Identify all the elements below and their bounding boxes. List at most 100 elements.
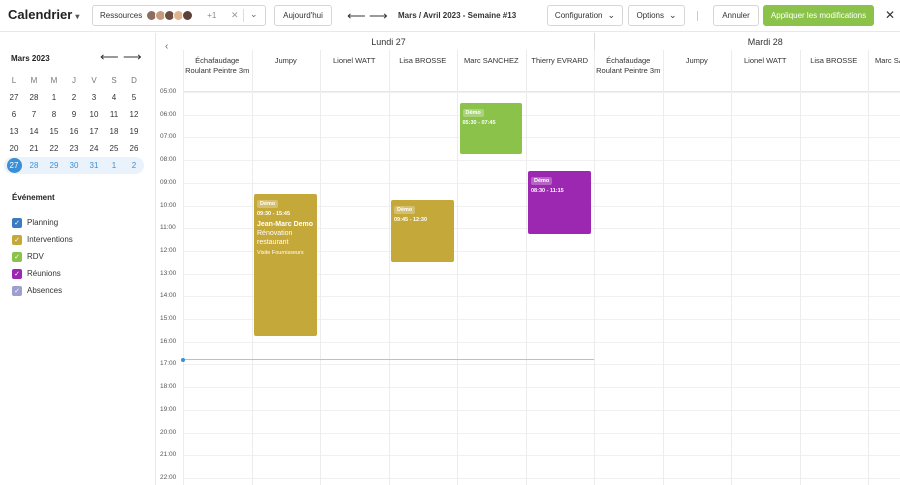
today-button[interactable]: Aujourd'hui bbox=[274, 5, 332, 26]
hour-line bbox=[183, 477, 900, 479]
resources-selector[interactable]: Ressources +1 ✕ ⌄ bbox=[92, 5, 266, 26]
collapse-sidebar-icon[interactable]: ‹ bbox=[165, 41, 168, 52]
mini-calendar-day[interactable]: 25 bbox=[104, 140, 124, 157]
calendar-event[interactable]: Démo 09:30 - 15:45 Jean-Marc Demo Rénovatio… bbox=[254, 194, 317, 337]
app-title-dropdown[interactable]: Calendrier ▾ bbox=[8, 7, 79, 22]
resource-header[interactable]: Jumpy bbox=[251, 50, 320, 92]
chevron-down-icon[interactable]: ⌄ bbox=[250, 9, 258, 20]
hour-label: 13:00 bbox=[160, 269, 177, 277]
event-tag: Démo bbox=[257, 200, 279, 209]
mini-calendar-day[interactable]: 19 bbox=[124, 123, 144, 140]
mini-calendar-day[interactable]: 20 bbox=[4, 140, 24, 157]
mini-calendar-day[interactable]: 1 bbox=[104, 157, 124, 174]
mini-calendar-day[interactable]: 21 bbox=[24, 140, 44, 157]
hour-label: 12:00 bbox=[160, 246, 177, 254]
checkbox[interactable]: ✓ bbox=[12, 268, 22, 279]
event-tag: Démo bbox=[531, 177, 553, 186]
previous-arrow-icon[interactable]: ⟵ bbox=[347, 8, 366, 24]
day-header: Mardi 28 bbox=[747, 36, 783, 47]
mini-calendar-day[interactable]: 13 bbox=[4, 123, 24, 140]
resource-header[interactable]: Échafaudage Roulant Peintre 3m bbox=[183, 50, 252, 92]
mini-calendar-day[interactable]: 1 bbox=[44, 89, 64, 106]
mini-calendar-day[interactable]: 17 bbox=[84, 123, 104, 140]
resource-header[interactable]: Échafaudage Roulant Peintre 3m bbox=[594, 50, 663, 92]
resource-header[interactable]: Lionel WATT bbox=[320, 50, 389, 92]
resource-header[interactable]: Jumpy bbox=[662, 50, 731, 92]
mini-calendar-day[interactable]: 30 bbox=[64, 157, 84, 174]
top-bar: Calendrier ▾ Ressources +1 ✕ ⌄ Aujourd'hu… bbox=[0, 0, 900, 32]
resource-header[interactable]: Lionel WATT bbox=[731, 50, 800, 92]
mini-calendar-day[interactable]: 27 bbox=[4, 89, 24, 106]
event-filter-planning[interactable]: ✓ Planning bbox=[12, 214, 73, 231]
mini-calendar-day[interactable]: 8 bbox=[44, 106, 64, 123]
mini-calendar-day[interactable]: 6 bbox=[4, 106, 24, 123]
mini-calendar-day[interactable]: 15 bbox=[44, 123, 64, 140]
event-filter-label: RDV bbox=[27, 252, 44, 261]
mini-calendar-day[interactable]: 23 bbox=[64, 140, 84, 157]
mini-calendar-day[interactable]: 18 bbox=[104, 123, 124, 140]
mini-calendar-day[interactable]: 28 bbox=[24, 89, 44, 106]
check-icon: ✓ bbox=[14, 236, 20, 244]
column-divider bbox=[594, 50, 595, 485]
column-divider bbox=[183, 50, 184, 485]
mini-calendar-day[interactable]: 27 bbox=[4, 157, 24, 174]
checkbox[interactable]: ✓ bbox=[12, 251, 22, 262]
mini-calendar-day[interactable]: 26 bbox=[124, 140, 144, 157]
checkbox[interactable]: ✓ bbox=[12, 285, 22, 296]
event-tag: Démo bbox=[394, 205, 416, 214]
checkbox[interactable]: ✓ bbox=[12, 217, 22, 228]
column-divider bbox=[868, 50, 869, 485]
next-month-arrow-icon[interactable]: ⟶ bbox=[123, 49, 142, 65]
close-icon[interactable]: ✕ bbox=[885, 8, 895, 22]
hour-label: 10:00 bbox=[160, 201, 177, 209]
column-divider bbox=[457, 50, 458, 485]
mini-calendar-day[interactable]: 3 bbox=[84, 89, 104, 106]
apply-changes-button[interactable]: Appliquer les modifications bbox=[763, 5, 874, 26]
hour-label: 05:00 bbox=[160, 88, 177, 95]
mini-calendar-day[interactable]: 10 bbox=[84, 106, 104, 123]
calendar-event[interactable]: Démo 08:30 - 11:15 bbox=[528, 171, 591, 234]
check-icon: ✓ bbox=[14, 253, 20, 261]
clear-icon[interactable]: ✕ bbox=[231, 10, 239, 21]
next-arrow-icon[interactable]: ⟶ bbox=[369, 8, 388, 24]
options-button[interactable]: Options ⌄ bbox=[628, 5, 685, 26]
mini-calendar-day[interactable]: 7 bbox=[24, 106, 44, 123]
current-time-line bbox=[183, 359, 594, 361]
hour-label: 09:00 bbox=[160, 178, 177, 186]
resource-header[interactable]: Lisa BROSSE bbox=[799, 50, 868, 92]
mini-calendar-day[interactable]: 9 bbox=[64, 106, 84, 123]
resource-header[interactable]: Marc SANCHEZ bbox=[868, 50, 900, 92]
mini-calendar-day[interactable]: 16 bbox=[64, 123, 84, 140]
mini-calendar-day[interactable]: 31 bbox=[84, 157, 104, 174]
resource-header[interactable]: Thierry EVRARD bbox=[525, 50, 594, 92]
mini-calendar-day[interactable]: 12 bbox=[124, 106, 144, 123]
chevron-down-icon: ⌄ bbox=[607, 10, 616, 20]
column-divider bbox=[662, 50, 664, 485]
mini-calendar-day[interactable]: 14 bbox=[24, 123, 44, 140]
event-filter-runions[interactable]: ✓ Réunions bbox=[12, 265, 73, 282]
resource-header[interactable]: Marc SANCHEZ bbox=[457, 50, 526, 92]
divider bbox=[243, 9, 244, 22]
event-filter-rdv[interactable]: ✓ RDV bbox=[12, 248, 73, 265]
event-title: Jean-Marc Demo bbox=[257, 221, 314, 229]
mini-calendar-day[interactable]: 29 bbox=[44, 157, 64, 174]
resource-header[interactable]: Lisa BROSSE bbox=[388, 50, 457, 92]
mini-calendar-day[interactable]: 11 bbox=[104, 106, 124, 123]
checkbox[interactable]: ✓ bbox=[12, 234, 22, 245]
mini-calendar-day[interactable]: 2 bbox=[64, 89, 84, 106]
calendar-event[interactable]: Démo 05:30 - 07:45 bbox=[459, 103, 522, 155]
event-filter-interventions[interactable]: ✓ Interventions bbox=[12, 231, 73, 248]
calendar-event[interactable]: Démo 09:45 - 12:30 bbox=[391, 199, 454, 263]
cancel-button[interactable]: Annuler bbox=[713, 5, 759, 26]
event-filter-absences[interactable]: ✓ Absences bbox=[12, 282, 73, 299]
mini-calendar-day[interactable]: 5 bbox=[124, 89, 144, 106]
mini-calendar-day[interactable]: 2 bbox=[124, 157, 144, 174]
mini-calendar-day[interactable]: 28 bbox=[24, 157, 44, 174]
mini-calendar-day[interactable]: 24 bbox=[84, 140, 104, 157]
previous-month-arrow-icon[interactable]: ⟵ bbox=[100, 49, 119, 65]
weekday-label: M bbox=[50, 76, 58, 85]
configuration-button[interactable]: Configuration ⌄ bbox=[547, 5, 623, 26]
mini-calendar-day[interactable]: 22 bbox=[44, 140, 64, 157]
mini-calendar-day[interactable]: 4 bbox=[104, 89, 124, 106]
column-divider bbox=[320, 50, 321, 485]
